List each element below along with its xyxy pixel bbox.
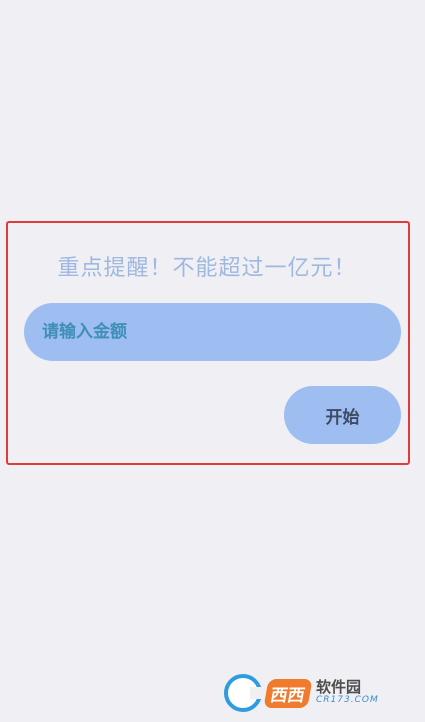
warning-message: 重点提醒！不能超过一亿元！ [57, 256, 357, 281]
watermark: 西西 软件园 CR173.COM [224, 673, 406, 713]
watermark-brand: 西西 [263, 678, 313, 708]
watermark-subtitle: CR173.COM [316, 695, 379, 706]
watermark-logo-icon [224, 674, 264, 712]
watermark-title: 软件园 [316, 678, 362, 697]
amount-input[interactable] [24, 303, 401, 361]
start-button[interactable]: 开始 [284, 386, 401, 444]
